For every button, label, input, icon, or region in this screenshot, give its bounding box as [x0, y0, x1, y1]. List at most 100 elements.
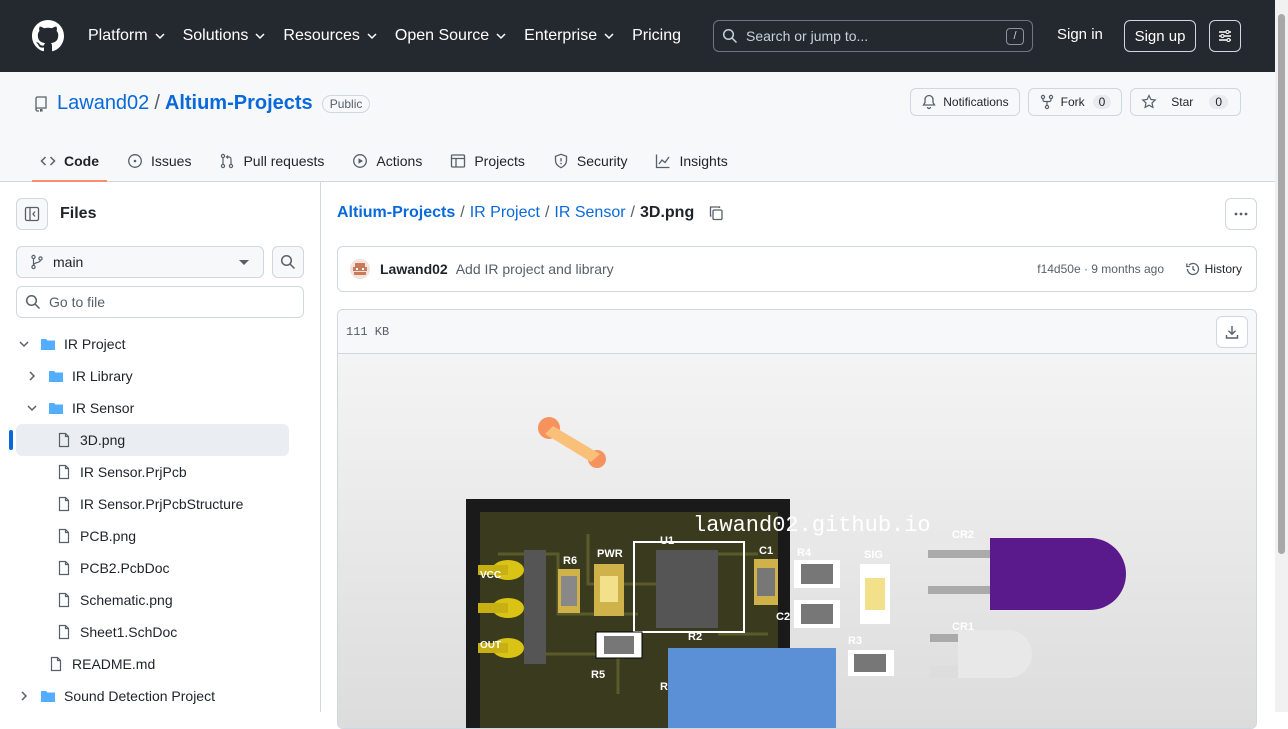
breadcrumb-ir-sensor-link[interactable]: IR Sensor [554, 204, 625, 222]
history-button[interactable]: History [1185, 261, 1242, 277]
breadcrumb-ir-project-link[interactable]: IR Project [470, 204, 540, 222]
commit-author-link[interactable]: Lawand02 [380, 261, 448, 277]
resistor-r4b [794, 600, 840, 628]
tab-insights[interactable]: Insights [647, 140, 735, 182]
search-icon [722, 28, 738, 44]
tree-item-label: IR Project [64, 336, 126, 352]
chevron-down-icon [155, 33, 165, 40]
history-icon [1185, 262, 1199, 276]
tab-issues[interactable]: Issues [119, 140, 199, 182]
file-icon [50, 656, 62, 672]
tree-item-ir-sensor[interactable]: IR Sensor [0, 392, 320, 424]
tree-item-label: IR Sensor [72, 400, 135, 416]
tree-item-label: IR Library [72, 368, 133, 384]
nav-open-source[interactable]: Open Source [395, 27, 507, 45]
history-label: History [1204, 262, 1242, 276]
chevron-down-icon [496, 33, 506, 40]
led-pwr [594, 564, 624, 616]
tree-item-label: 3D.png [80, 432, 126, 448]
repo-icon [35, 95, 47, 112]
file-tree: IR Project IR Library IR Sensor 3D.png I… [0, 328, 320, 712]
header-menu-button[interactable] [1209, 20, 1241, 52]
sign-up-button[interactable]: Sign up [1124, 20, 1196, 52]
nav-pricing[interactable]: Pricing [632, 27, 681, 45]
tab-label: Issues [151, 153, 192, 169]
sliders-icon [1219, 30, 1231, 42]
search-shortcut-key: / [1006, 28, 1024, 45]
tree-item-label: Sheet1.SchDoc [80, 624, 178, 640]
breadcrumb-repo-link[interactable]: Altium-Projects [337, 204, 455, 222]
sign-in-link[interactable]: Sign in [1057, 26, 1103, 43]
breadcrumb-separator: / [630, 204, 635, 221]
label-c1: C1 [759, 545, 773, 557]
tree-item-pcb-png[interactable]: PCB.png [0, 520, 320, 552]
repo-actions: Notifications Fork 0 Star 0 [910, 88, 1241, 116]
repo-owner-link[interactable]: Lawand02 [57, 92, 149, 115]
tree-item-pcb2-pcbdoc[interactable]: PCB2.PcbDoc [0, 552, 320, 584]
label-r6: R6 [563, 555, 577, 567]
ir-led-white [930, 630, 1032, 678]
branch-name: main [53, 254, 84, 270]
commit-message-link[interactable]: Add IR project and library [456, 261, 614, 277]
folder-icon [41, 691, 55, 702]
nav-label: Resources [283, 27, 360, 44]
tree-item-readme[interactable]: README.md [0, 648, 320, 680]
nav-enterprise[interactable]: Enterprise [524, 27, 615, 45]
tree-item-3d-png[interactable]: 3D.png [9, 424, 289, 456]
star-button[interactable]: Star 0 [1130, 88, 1241, 116]
file-icon [58, 432, 70, 448]
page-scrollbar-thumb[interactable] [1278, 14, 1285, 554]
tree-item-label: Sound Detection Project [64, 688, 215, 704]
page-scrollbar[interactable] [1275, 0, 1288, 712]
repo-name-link[interactable]: Altium-Projects [165, 92, 313, 115]
search-placeholder: Search or jump to... [746, 28, 869, 44]
tree-item-sheet1-schdoc[interactable]: Sheet1.SchDoc [0, 616, 320, 648]
tab-code[interactable]: Code [32, 140, 107, 182]
tree-item-label: IR Sensor.PrjPcbStructure [80, 496, 244, 512]
capacitor-c1 [754, 559, 778, 605]
kebab-horizontal-icon [1234, 212, 1248, 216]
resistor-r4 [794, 560, 840, 588]
collapse-sidebar-button[interactable] [16, 198, 48, 230]
pull-request-icon [221, 153, 234, 169]
nav-label: Open Source [394, 27, 490, 44]
github-logo-icon[interactable] [32, 20, 64, 52]
notifications-button[interactable]: Notifications [910, 88, 1020, 116]
download-icon [1225, 326, 1239, 339]
tree-item-ir-project[interactable]: IR Project [0, 328, 320, 360]
more-options-button[interactable] [1225, 198, 1257, 230]
nav-platform[interactable]: Platform [88, 27, 166, 45]
tree-item-sound-detection-project[interactable]: Sound Detection Project [0, 680, 320, 712]
label-u1: U1 [660, 535, 674, 547]
copy-icon[interactable] [708, 205, 724, 221]
tab-security[interactable]: Security [545, 140, 636, 182]
tab-projects[interactable]: Projects [442, 140, 533, 182]
global-header: Platform Solutions Resources Open Source… [0, 0, 1288, 72]
commit-sha-time[interactable]: f14d50e · 9 months ago [1037, 262, 1164, 276]
search-files-button[interactable] [272, 246, 304, 278]
download-button[interactable] [1216, 316, 1248, 348]
fork-button[interactable]: Fork 0 [1027, 88, 1123, 116]
tree-item-ir-sensor-prjpcb[interactable]: IR Sensor.PrjPcb [0, 456, 320, 488]
breadcrumb-separator: / [544, 204, 550, 221]
tree-item-ir-sensor-prjpcbstructure[interactable]: IR Sensor.PrjPcbStructure [0, 488, 320, 520]
nav-label: Platform [88, 27, 148, 44]
global-search-input[interactable]: Search or jump to... / [713, 20, 1033, 52]
avatar[interactable] [350, 259, 370, 279]
repo-header: Lawand02 / Altium-Projects Public Notifi… [0, 72, 1288, 182]
tree-item-label: README.md [72, 656, 156, 672]
notifications-label: Notifications [943, 95, 1009, 109]
latest-commit: Lawand02 Add IR project and library f14d… [337, 246, 1257, 292]
tree-item-schematic-png[interactable]: Schematic.png [0, 584, 320, 616]
nav-resources[interactable]: Resources [283, 27, 377, 45]
tab-label: Projects [474, 153, 525, 169]
tree-item-label: PCB.png [80, 528, 137, 544]
nav-solutions[interactable]: Solutions [183, 27, 267, 45]
tab-pull-requests[interactable]: Pull requests [211, 140, 332, 182]
go-to-file-input[interactable]: Go to file [16, 286, 304, 318]
branch-selector[interactable]: main [16, 246, 264, 278]
folder-open-icon [49, 403, 63, 414]
fork-label: Fork [1060, 95, 1085, 109]
tree-item-ir-library[interactable]: IR Library [0, 360, 320, 392]
tab-actions[interactable]: Actions [344, 140, 430, 182]
